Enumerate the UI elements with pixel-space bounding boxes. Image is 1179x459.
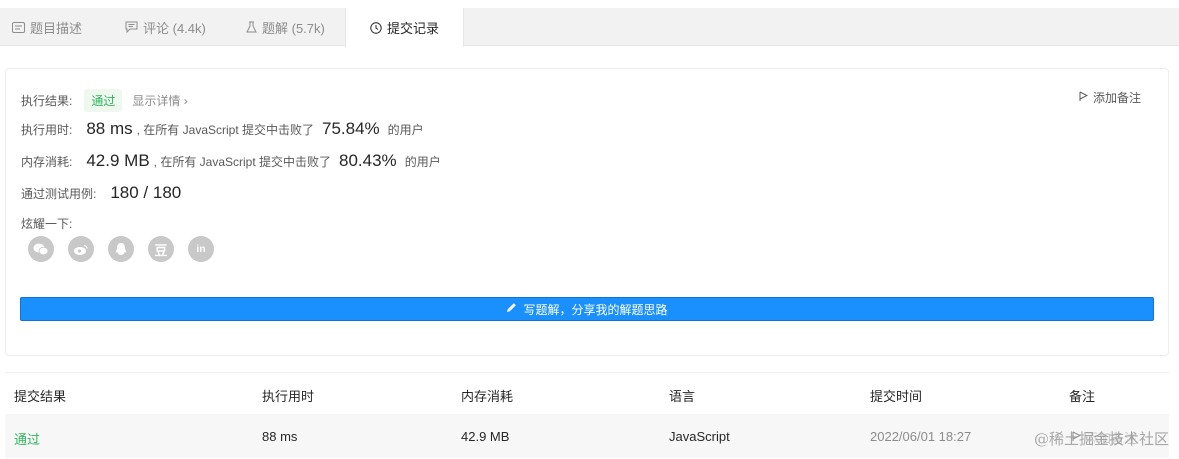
memory-label: 内存消耗: [21,155,73,169]
tab-solutions[interactable]: 题解 (5.7k) [246,8,325,46]
header-memory: 内存消耗 [461,389,514,404]
status-label: 执行结果: [21,94,73,108]
row-memory: 42.9 MB [461,429,510,444]
douban-icon[interactable]: 豆 [148,236,174,262]
runtime-beat-text: , 在所有 JavaScript 提交中击败了 [136,123,314,137]
header-submit-time: 提交时间 [870,389,923,404]
share-label: 炫耀一下: [21,217,73,231]
header-status: 提交结果 [14,389,67,404]
header-note: 备注 [1069,389,1096,404]
header-language: 语言 [669,389,696,404]
row-language: JavaScript [669,429,730,444]
watermark: @稀土掘金技术社区 [1033,430,1169,448]
tab-solutions-label: 题解 (5.7k) [262,20,325,36]
row-runtime: 88 ms [262,429,298,444]
add-note-button[interactable]: 添加备注 [1079,89,1141,106]
add-note-label: 添加备注 [1092,91,1141,105]
pencil-icon [506,302,517,316]
row-status[interactable]: 通过 [14,429,40,448]
memory-beat-text: , 在所有 JavaScript 提交中击败了 [153,155,332,169]
qq-icon[interactable] [108,236,134,262]
tab-description[interactable]: 题目描述 [12,8,82,46]
share-row: 炫耀一下: [21,215,72,232]
tests-value: 180 / 180 [110,183,182,202]
table-row[interactable]: 通过 88 ms 42.9 MB JavaScript 2022/06/01 1… [5,414,1169,458]
submission-result-card: 执行结果: 通过 显示详情 › 添加备注 执行用时: 88 ms , 在所有 J… [5,68,1169,356]
description-icon [12,21,25,33]
header-runtime: 执行用时 [262,389,315,404]
tab-bar: 题目描述 评论 (4.4k) 题解 (5.7k) 提交记录 [0,8,1179,47]
tab-submissions[interactable]: 提交记录 [345,8,464,47]
tab-description-label: 题目描述 [30,20,83,36]
tab-comments-label: 评论 (4.4k) [143,20,206,36]
linkedin-glyph: in [196,243,206,255]
memory-row: 内存消耗: 42.9 MB , 在所有 JavaScript 提交中击败了 80… [21,151,441,171]
runtime-value: 88 ms [86,119,133,138]
runtime-label: 执行用时: [21,123,73,137]
tab-comments[interactable]: 评论 (4.4k) [125,8,206,46]
status-badge: 通过 [84,89,123,112]
show-details-link[interactable]: 显示详情 › [132,92,187,109]
flask-icon [246,21,257,33]
memory-value: 42.9 MB [86,151,150,170]
tab-submissions-label: 提交记录 [386,21,439,36]
status-row: 执行结果: 通过 显示详情 › [21,89,188,112]
write-solution-button[interactable]: 写题解，分享我的解题思路 [20,297,1154,321]
wechat-icon[interactable] [28,236,54,262]
memory-suffix: 的用户 [404,155,441,169]
row-submit-time: 2022/06/01 18:27 [870,429,972,444]
runtime-percent: 75.84% [322,119,380,138]
clock-icon [370,21,382,34]
write-solution-label: 写题解，分享我的解题思路 [523,302,668,317]
memory-percent: 80.43% [339,151,397,170]
douban-glyph: 豆 [154,243,168,259]
weibo-icon[interactable] [68,236,94,262]
runtime-suffix: 的用户 [387,123,424,137]
comment-icon [125,21,138,33]
tests-label: 通过测试用例: [21,187,97,201]
runtime-row: 执行用时: 88 ms , 在所有 JavaScript 提交中击败了 75.8… [21,119,424,139]
submissions-table-header: 提交结果 执行用时 内存消耗 语言 提交时间 备注 [5,372,1169,414]
linkedin-icon[interactable]: in [188,236,214,262]
flag-icon [1079,91,1089,105]
share-icons: 豆 in [28,236,214,262]
tests-row: 通过测试用例: 180 / 180 [21,183,181,203]
